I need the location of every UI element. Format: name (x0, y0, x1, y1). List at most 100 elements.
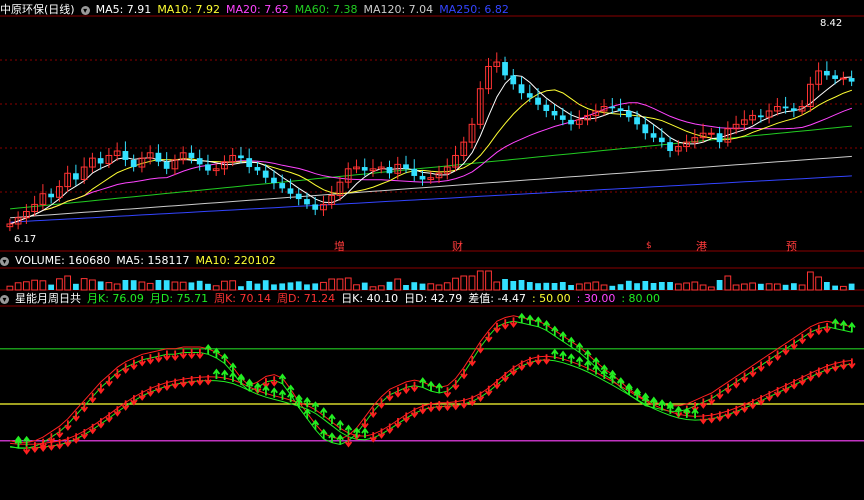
rise-arrow-icon (171, 350, 179, 361)
candle-body (188, 152, 195, 159)
week-d-label: 周D: 71.24 (277, 292, 336, 305)
volume-bar (344, 277, 352, 291)
candle-body (625, 110, 632, 118)
volume-bar (23, 281, 30, 291)
fall-arrow-icon (691, 407, 699, 419)
volume-label: VOLUME: 160680 (15, 254, 111, 267)
rise-arrow-icon (757, 361, 765, 373)
volume-bar (790, 283, 797, 290)
collapse-icon[interactable]: ▾ (0, 294, 9, 304)
vol-ma10-label: MA10: 220102 (195, 254, 276, 267)
volume-bar (221, 280, 228, 291)
event-marker-zeng[interactable]: 增 (334, 238, 345, 254)
volume-bar (460, 275, 468, 291)
collapse-icon[interactable]: ▾ (80, 5, 90, 15)
event-marker-gang[interactable]: 港 (696, 238, 707, 254)
volume-bar (6, 285, 14, 291)
event-marker-yu[interactable]: 预 (786, 238, 797, 254)
volume-bar (163, 280, 170, 290)
ma120-label: MA120: 7.04 (363, 3, 434, 16)
candle-body (279, 183, 286, 189)
event-marker-cai[interactable]: 财 (452, 238, 463, 254)
candle-body (254, 167, 261, 171)
low-price-label: 6.17 (14, 234, 37, 245)
rise-arrow-icon (740, 372, 749, 384)
rise-arrow-icon (435, 400, 443, 412)
candle-body (716, 133, 723, 143)
candle-body (559, 115, 566, 120)
volume-bar (155, 280, 162, 290)
volume-bar (361, 282, 368, 290)
volume-bar (328, 278, 336, 291)
volume-bar (839, 285, 847, 291)
candle-body (526, 93, 533, 98)
volume-bar (394, 278, 402, 291)
candle-body (287, 188, 294, 194)
volume-bar (510, 281, 517, 290)
volume-bar (31, 279, 39, 291)
volume-bar (493, 281, 501, 291)
candle-body (271, 177, 277, 184)
rise-arrow-icon (716, 389, 724, 400)
fall-arrow-icon (311, 419, 320, 430)
volume-header: ▾ VOLUME: 160680 MA5: 158117 MA10: 220102 (0, 253, 282, 269)
candle-body (839, 77, 847, 80)
volume-bar (320, 281, 327, 291)
day-k-label: 日K: 40.10 (341, 292, 399, 305)
volume-bar (551, 283, 558, 290)
candle-body (568, 119, 574, 125)
volume-bar (205, 283, 211, 290)
ma10-label: MA10: 7.92 (157, 3, 221, 16)
candle-body (510, 75, 517, 85)
volume-bar (526, 282, 533, 290)
volume-bar (39, 280, 47, 291)
volume-bar (592, 281, 600, 291)
ma10-line (9, 89, 853, 225)
volume-bar (377, 285, 385, 291)
volume-bar (757, 283, 764, 290)
candle-body (361, 167, 368, 171)
ma60-line (10, 125, 852, 210)
candle-body (205, 164, 211, 171)
event-marker-dollar[interactable]: $ (646, 241, 652, 251)
volume-bar (73, 283, 79, 290)
volume-bar (815, 276, 822, 291)
ma5-label: MA5: 7.91 (95, 3, 152, 16)
volume-bar (617, 284, 624, 290)
volume-bar (798, 284, 806, 291)
volume-bar (716, 280, 723, 290)
volume-bar (468, 275, 476, 291)
candle-body (304, 199, 310, 205)
volume-bar (452, 277, 459, 291)
collapse-icon[interactable]: ▾ (0, 256, 9, 266)
volume-bar (699, 284, 707, 291)
day-d-label: 日D: 42.79 (404, 292, 463, 305)
fall-arrow-icon (848, 321, 856, 333)
volume-bar (435, 284, 443, 291)
rise-arrow-icon (542, 354, 551, 365)
volume-bar (262, 280, 269, 290)
rise-arrow-icon (790, 339, 798, 350)
candle-body (551, 110, 558, 116)
volume-bar (667, 282, 673, 290)
candle-body (650, 133, 657, 138)
candle-body (386, 167, 393, 174)
volume-bar (642, 281, 649, 290)
candle-body (848, 78, 855, 82)
volume-bar (518, 280, 525, 290)
fall-arrow-icon (584, 349, 592, 360)
fall-arrow-icon (361, 427, 369, 439)
rise-arrow-icon (749, 367, 757, 378)
volume-bar (634, 283, 640, 290)
volume-bar (196, 280, 203, 290)
volume-bar (146, 282, 154, 291)
candle-body (262, 170, 269, 178)
volume-bar (56, 278, 63, 291)
volume-bar (287, 282, 294, 290)
volume-bar (105, 282, 113, 291)
volume-bar (403, 285, 409, 290)
volume-bar (584, 282, 591, 291)
rise-arrow-icon (187, 348, 196, 360)
chart-canvas[interactable] (0, 0, 864, 500)
candle-body (155, 152, 162, 162)
